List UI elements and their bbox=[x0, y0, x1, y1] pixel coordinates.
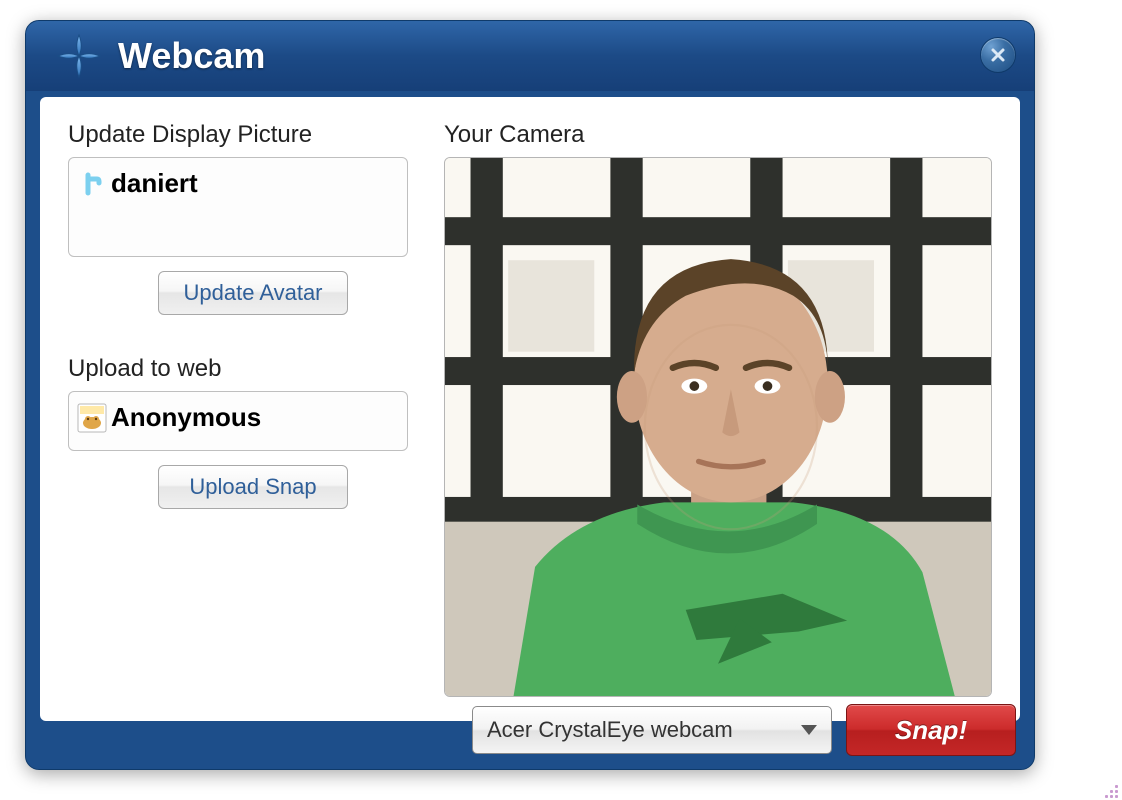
camera-preview bbox=[444, 157, 992, 697]
webcam-window: Webcam Update Display Picture daniert bbox=[25, 20, 1035, 770]
imgfrog-icon bbox=[77, 403, 107, 433]
titlebar: Webcam bbox=[26, 21, 1034, 91]
account-item-imgfrog[interactable]: Anonymous bbox=[77, 398, 399, 437]
twitter-icon bbox=[77, 169, 107, 199]
snap-button[interactable]: Snap! bbox=[846, 704, 1016, 756]
update-picture-label: Update Display Picture bbox=[68, 121, 408, 149]
update-avatar-button[interactable]: Update Avatar bbox=[158, 271, 348, 315]
your-camera-label: Your Camera bbox=[444, 121, 992, 149]
accounts-listbox[interactable]: daniert bbox=[68, 157, 408, 257]
chevron-down-icon bbox=[801, 725, 817, 735]
upload-snap-button[interactable]: Upload Snap bbox=[158, 465, 348, 509]
right-column: Your Camera bbox=[444, 121, 992, 697]
account-username: daniert bbox=[111, 168, 198, 199]
camera-select-value: Acer CrystalEye webcam bbox=[487, 717, 791, 743]
upload-listbox[interactable]: Anonymous bbox=[68, 391, 408, 451]
window-title: Webcam bbox=[118, 35, 265, 77]
account-item-twitter[interactable]: daniert bbox=[77, 164, 399, 203]
resize-grip[interactable] bbox=[1100, 780, 1118, 798]
close-button[interactable] bbox=[980, 37, 1016, 73]
left-column: Update Display Picture daniert Update Av… bbox=[68, 121, 408, 697]
snap-button-label: Snap! bbox=[895, 715, 967, 746]
upload-account-username: Anonymous bbox=[111, 402, 261, 433]
app-icon bbox=[54, 31, 104, 81]
camera-select-dropdown[interactable]: Acer CrystalEye webcam bbox=[472, 706, 832, 754]
upload-web-label: Upload to web bbox=[68, 355, 408, 383]
content-area: Update Display Picture daniert Update Av… bbox=[40, 97, 1020, 721]
